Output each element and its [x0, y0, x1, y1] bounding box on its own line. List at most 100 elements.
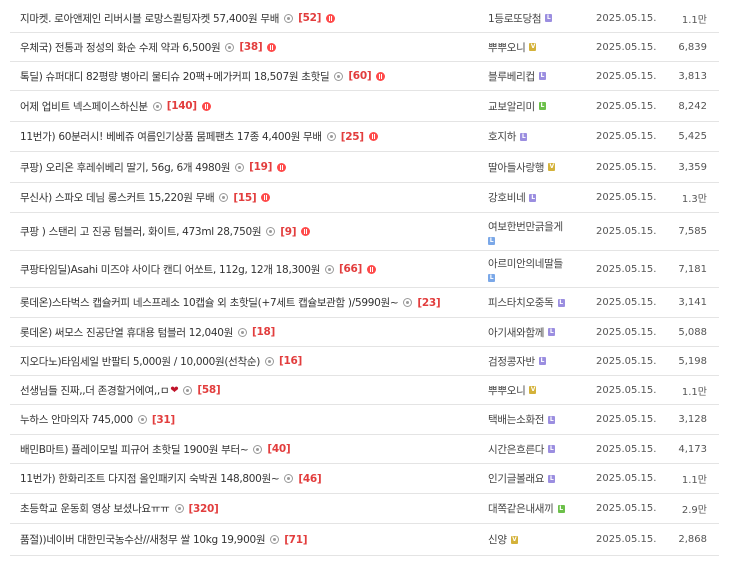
table-row[interactable]: 초등학교 운동회 영상 보셨나요ㅠㅠ [320] 대쪽같은내새끼 L 2025.05.1… — [10, 494, 719, 524]
member-level-icon: L — [557, 504, 565, 513]
author-name[interactable]: 피스타치오중독 — [488, 295, 554, 310]
author-cell[interactable]: 뿌뿌오니 V — [488, 33, 588, 61]
author-cell[interactable]: 교보알리미 L — [488, 91, 588, 121]
author-cell[interactable]: 아르미안의네딸들 L — [488, 251, 588, 287]
table-row[interactable]: 품절))네이버 대한민국농수산//새청무 쌀 10kg 19,900원 [71] 신… — [10, 524, 719, 556]
post-date: 2025.05.15. — [596, 473, 657, 484]
table-row[interactable]: 누하스 안마의자 745,000 [31] 택배는소화전 L 2025.05.15. 3,… — [10, 405, 719, 435]
author-name[interactable]: 뿌뿌오니 — [488, 40, 526, 55]
comment-count[interactable]: [46] — [298, 473, 321, 485]
author-name[interactable]: 강호비네 — [488, 190, 526, 205]
comment-icon — [266, 227, 276, 236]
comment-count[interactable]: [60] — [348, 70, 371, 82]
author-cell[interactable]: 대쪽같은내새끼 L — [488, 494, 588, 523]
author-name[interactable]: 호지하 — [488, 129, 516, 144]
table-row[interactable]: 우체국) 전통과 정성의 화순 수제 약과 6,500원 [38] 뿌뿌오니 V 202… — [10, 33, 719, 62]
post-title-link[interactable]: 톡딜) 슈퍼대디 82평량 병아리 물티슈 20팩+메가커피 18,507원 초… — [20, 69, 330, 84]
author-name[interactable]: 블루베리컵 — [488, 69, 535, 84]
author-cell[interactable]: 뿌뿌오니 V — [488, 376, 588, 404]
post-title-link[interactable]: 11번가) 한화리조트 다지점 올인패키지 숙박권 148,800원~ — [20, 471, 280, 486]
view-count: 5,198 — [678, 355, 707, 367]
author-cell[interactable]: 여보한번만긁을게 L — [488, 213, 588, 250]
author-name[interactable]: 딸아들사랑행 — [488, 160, 544, 175]
table-row[interactable]: 선생님들 진짜,,더 존경할거에여,,ㅁ ❤ [58] 뿌뿌오니 V 2025.05.15… — [10, 376, 719, 405]
author-name[interactable]: 여보한번만긁을게 — [488, 219, 588, 234]
comment-count[interactable]: [16] — [279, 355, 302, 367]
table-row[interactable]: 쿠팡) 오리온 후레쉬베리 딸기, 56g, 6개 4980원 [19] 딸아들사랑… — [10, 152, 719, 183]
author-cell[interactable]: 인기글볼래요 L — [488, 464, 588, 493]
post-title-link[interactable]: 11번가) 60분러시! 베베쥬 여름인기상품 뭄페팬츠 17종 4,400원 … — [20, 129, 322, 144]
post-title-link[interactable]: 품절))네이버 대한민국농수산//새청무 쌀 10kg 19,900원 — [20, 532, 265, 547]
author-name[interactable]: 1등로또당첨 — [488, 11, 541, 26]
table-row[interactable]: 11번가) 60분러시! 베베쥬 여름인기상품 뭄페팬츠 17종 4,400원 … — [10, 122, 719, 152]
post-title-link[interactable]: 쿠팡) 오리온 후레쉬베리 딸기, 56g, 6개 4980원 — [20, 160, 230, 175]
author-cell[interactable]: 호지하 L — [488, 122, 588, 151]
post-title-link[interactable]: 누하스 안마의자 745,000 — [20, 412, 133, 427]
author-cell[interactable]: 시간은흐른다 L — [488, 435, 588, 463]
author-cell[interactable]: 피스타치오중독 L — [488, 288, 588, 317]
post-title-link[interactable]: 롯데온) 써모스 진공단열 휴대용 텀블러 12,040원 — [20, 325, 233, 340]
table-row[interactable]: 어제 업비트 넥스페이스하신분 [140] 교보알리미 L 2025.05.15. 8,2… — [10, 91, 719, 122]
post-title-link[interactable]: 쿠팡 ) 스탠리 고 진공 텀블러, 화이트, 473ml 28,750원 — [20, 224, 262, 239]
author-name[interactable]: 교보알리미 — [488, 99, 535, 114]
author-name[interactable]: 뿌뿌오니 — [488, 383, 526, 398]
comment-icon — [326, 132, 336, 141]
author-cell[interactable]: 블루베리컵 L — [488, 62, 588, 90]
table-row[interactable]: 지마켓. 로아앤제인 리버시블 로망스퀼팅자켓 57,400원 무배 [52] 1등… — [10, 4, 719, 33]
comment-count[interactable]: [140] — [167, 100, 197, 112]
comment-count[interactable]: [71] — [284, 534, 307, 546]
author-name[interactable]: 검정콩자반 — [488, 354, 535, 369]
comment-count[interactable]: [40] — [267, 443, 290, 455]
table-row[interactable]: 쿠팡타임딜)Asahi 미즈야 사이다 캔디 어쏘트, 112g, 12개 18… — [10, 251, 719, 288]
post-title-link[interactable]: 무신사) 스파오 데님 롱스커트 15,220원 무배 — [20, 190, 215, 205]
post-title-link[interactable]: 선생님들 진짜,,더 존경할거에여,,ㅁ — [20, 383, 170, 398]
post-title-link[interactable]: 지오다노)타임세일 반팔티 5,000원 / 10,000원(선착순) — [20, 354, 260, 369]
comment-icon — [270, 535, 280, 544]
table-row[interactable]: 지오다노)타임세일 반팔티 5,000원 / 10,000원(선착순) [16] 검… — [10, 347, 719, 376]
post-title-link[interactable]: 지마켓. 로아앤제인 리버시블 로망스퀼팅자켓 57,400원 무배 — [20, 11, 279, 26]
post-title-link[interactable]: 어제 업비트 넥스페이스하신분 — [20, 99, 148, 114]
author-name[interactable]: 신양 — [488, 532, 507, 547]
author-cell[interactable]: 1등로또당첨 L — [488, 4, 588, 32]
post-title-link[interactable]: 우체국) 전통과 정성의 화순 수제 약과 6,500원 — [20, 40, 221, 55]
author-name[interactable]: 아르미안의네딸들 — [488, 256, 588, 271]
comment-count[interactable]: [25] — [341, 131, 364, 143]
comment-count[interactable]: [38] — [239, 41, 262, 53]
comment-count[interactable]: [66] — [339, 263, 362, 275]
comment-count[interactable]: [23] — [417, 297, 440, 309]
author-cell[interactable]: 강호비네 L — [488, 183, 588, 212]
author-cell[interactable]: 신양 V — [488, 524, 588, 555]
table-row[interactable]: 11번가) 한화리조트 다지점 올인패키지 숙박권 148,800원~ [46] 인… — [10, 464, 719, 494]
table-row[interactable]: 롯데온)스타벅스 캡슐커피 네스프레소 10캡슐 외 초핫딜(+7세트 캡슐보관… — [10, 288, 719, 318]
view-count: 2,868 — [678, 534, 707, 545]
comment-count[interactable]: [15] — [233, 192, 256, 204]
member-level-icon: L — [548, 415, 556, 424]
author-name[interactable]: 인기글볼래요 — [488, 471, 544, 486]
author-name[interactable]: 아기새와함께 — [488, 325, 544, 340]
post-title-link[interactable]: 초등학교 운동회 영상 보셨나요ㅠㅠ — [20, 501, 170, 516]
author-cell[interactable]: 검정콩자반 L — [488, 347, 588, 375]
author-cell[interactable]: 아기새와함께 L — [488, 318, 588, 346]
post-title-link[interactable]: 배민B마트) 플레이모빌 피규어 초핫딜 1900원 부터~ — [20, 442, 249, 457]
comment-count[interactable]: [52] — [298, 12, 321, 24]
table-row[interactable]: 롯데온) 써모스 진공단열 휴대용 텀블러 12,040원 [18] 아기새와함께 L… — [10, 318, 719, 347]
comment-count[interactable]: [58] — [197, 384, 220, 396]
comment-icon — [403, 298, 413, 307]
comment-count[interactable]: [320] — [189, 503, 219, 515]
comment-count[interactable]: [18] — [252, 326, 275, 338]
member-level-icon: V — [510, 535, 518, 544]
table-row[interactable]: 무신사) 스파오 데님 롱스커트 15,220원 무배 [15] 강호비네 L 2025… — [10, 183, 719, 213]
author-name[interactable]: 대쪽같은내새끼 — [488, 501, 554, 516]
comment-count[interactable]: [9] — [280, 226, 296, 238]
comment-count[interactable]: [31] — [152, 414, 175, 426]
author-name[interactable]: 시간은흐른다 — [488, 442, 544, 457]
author-cell[interactable]: 택배는소화전 L — [488, 405, 588, 434]
post-title-link[interactable]: 롯데온)스타벅스 캡슐커피 네스프레소 10캡슐 외 초핫딜(+7세트 캡슐보관… — [20, 295, 399, 310]
table-row[interactable]: 배민B마트) 플레이모빌 피규어 초핫딜 1900원 부터~ [40] 시간은흐른다… — [10, 435, 719, 464]
author-cell[interactable]: 딸아들사랑행 V — [488, 152, 588, 182]
table-row[interactable]: 쿠팡 ) 스탠리 고 진공 텀블러, 화이트, 473ml 28,750원 [9]… — [10, 213, 719, 251]
table-row[interactable]: 톡딜) 슈퍼대디 82평량 병아리 물티슈 20팩+메가커피 18,507원 초… — [10, 62, 719, 91]
post-title-link[interactable]: 쿠팡타임딜)Asahi 미즈야 사이다 캔디 어쏘트, 112g, 12개 18… — [20, 262, 320, 277]
author-name[interactable]: 택배는소화전 — [488, 412, 544, 427]
comment-count[interactable]: [19] — [249, 161, 272, 173]
